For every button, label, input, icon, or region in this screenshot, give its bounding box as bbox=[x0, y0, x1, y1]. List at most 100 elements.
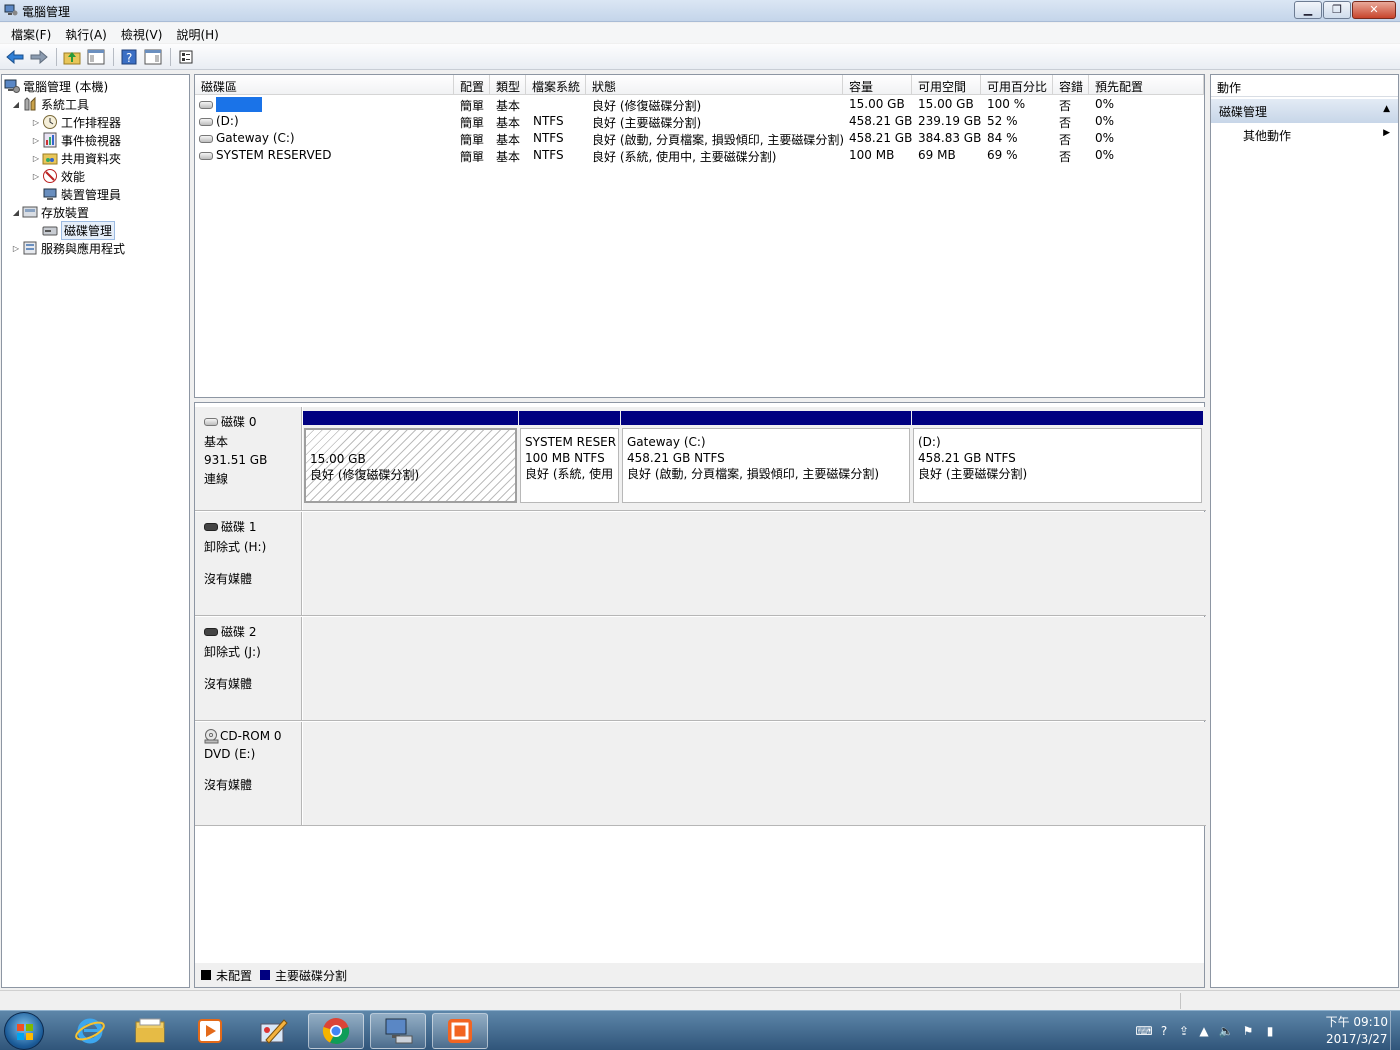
expand-icon[interactable]: ▷ bbox=[30, 154, 42, 163]
column-capacity[interactable]: 容量 bbox=[843, 75, 912, 95]
capacity-cell: 100 MB bbox=[849, 148, 895, 162]
menu-action[interactable]: 執行(A) bbox=[58, 23, 114, 43]
taskbar-ie[interactable] bbox=[62, 1013, 118, 1049]
expand-icon[interactable]: ▷ bbox=[10, 244, 22, 253]
partition-c[interactable]: Gateway (C:) 458.21 GB NTFS 良好 (啟動, 分頁檔案… bbox=[621, 411, 911, 503]
show-hide-action-pane-button[interactable] bbox=[142, 46, 164, 68]
disk-management-icon bbox=[42, 222, 58, 238]
fault-cell: 否 bbox=[1059, 150, 1072, 164]
window-title: 電腦管理 bbox=[22, 5, 71, 19]
console-tree: 電腦管理 (本機) ◢ 系統工具 ▷ 工作排程器 ▷ 事件檢視器 ▷ 共用資料夾… bbox=[1, 74, 190, 988]
table-row[interactable]: (D:) 簡單 基本 NTFS 良好 (主要磁碟分割) 458.21 GB 23… bbox=[195, 113, 1204, 130]
menu-view[interactable]: 檢視(V) bbox=[114, 23, 170, 43]
network-icon[interactable]: ▮ bbox=[1262, 1023, 1278, 1039]
tree-item-services-apps[interactable]: ▷ 服務與應用程式 bbox=[10, 239, 125, 257]
paint-icon bbox=[260, 1019, 288, 1044]
expand-icon[interactable]: ▷ bbox=[30, 136, 42, 145]
column-status[interactable]: 狀態 bbox=[586, 75, 843, 95]
partition-system-reserved[interactable]: SYSTEM RESER 100 MB NTFS 良好 (系統, 使用 bbox=[519, 411, 620, 503]
column-type[interactable]: 類型 bbox=[490, 75, 526, 95]
computer-management-icon bbox=[4, 78, 20, 94]
collapse-icon[interactable]: ◢ bbox=[10, 208, 22, 217]
taskbar-paint[interactable] bbox=[246, 1013, 302, 1049]
tree-item-task-scheduler[interactable]: ▷ 工作排程器 bbox=[30, 113, 121, 131]
chrome-icon bbox=[322, 1018, 350, 1045]
taskbar-app[interactable] bbox=[432, 1013, 488, 1049]
help-button[interactable]: ? bbox=[118, 46, 140, 68]
minimize-button[interactable]: ▁ bbox=[1294, 1, 1322, 19]
expand-icon[interactable]: ▷ bbox=[30, 118, 42, 127]
forward-button[interactable] bbox=[28, 46, 50, 68]
volume-icon[interactable]: 🔈 bbox=[1218, 1023, 1234, 1039]
status-cell: 良好 (系統, 使用中, 主要磁碟分割) bbox=[592, 150, 777, 164]
table-row[interactable]: Gateway (C:) 簡單 基本 NTFS 良好 (啟動, 分頁檔案, 損毀… bbox=[195, 130, 1204, 147]
show-desktop-button[interactable] bbox=[1390, 1011, 1400, 1050]
column-layout[interactable]: 配置 bbox=[454, 75, 490, 95]
svg-text:?: ? bbox=[126, 51, 132, 65]
partition-bar bbox=[519, 411, 620, 425]
column-volume[interactable]: 磁碟區 bbox=[195, 75, 454, 95]
menu-help[interactable]: 說明(H) bbox=[169, 23, 225, 43]
overhead-cell: 0% bbox=[1095, 97, 1115, 111]
tree-item-disk-management[interactable]: 磁碟管理 bbox=[42, 220, 116, 240]
partition-bar bbox=[303, 411, 518, 425]
tree-item-system-tools[interactable]: ◢ 系統工具 bbox=[10, 95, 89, 113]
partition-size: 100 MB NTFS bbox=[525, 451, 605, 465]
help-icon: ? bbox=[121, 49, 137, 65]
type-cell: 基本 bbox=[496, 116, 521, 130]
column-percent-free[interactable]: 可用百分比 bbox=[981, 75, 1053, 95]
maximize-button[interactable]: ❐ bbox=[1323, 1, 1351, 19]
taskbar-explorer[interactable] bbox=[122, 1013, 178, 1049]
action-section-disk-management[interactable]: 磁碟管理 ▲ bbox=[1211, 99, 1398, 123]
show-hidden-icons-icon[interactable]: ▲ bbox=[1196, 1023, 1212, 1039]
tree-item-computer-management[interactable]: 電腦管理 (本機) bbox=[4, 77, 108, 95]
performance-icon bbox=[42, 168, 58, 184]
column-free-space[interactable]: 可用空間 bbox=[912, 75, 981, 95]
tree-item-device-manager[interactable]: 裝置管理員 bbox=[42, 185, 121, 203]
partition-d[interactable]: (D:) 458.21 GB NTFS 良好 (主要磁碟分割) bbox=[912, 411, 1203, 503]
keyboard-icon[interactable]: ⌨ bbox=[1135, 1023, 1152, 1039]
taskbar-chrome[interactable] bbox=[308, 1013, 364, 1049]
collapse-icon[interactable]: ◢ bbox=[10, 100, 22, 109]
disk-label[interactable]: 磁碟 1 卸除式 (H:) 沒有媒體 bbox=[195, 512, 302, 615]
taskbar-computer-management[interactable] bbox=[370, 1013, 426, 1049]
column-overhead[interactable]: 預先配置 bbox=[1089, 75, 1204, 95]
folder-up-icon bbox=[63, 51, 81, 64]
tree-item-shared-folders[interactable]: ▷ 共用資料夾 bbox=[30, 149, 121, 167]
start-button[interactable] bbox=[4, 1012, 44, 1050]
disk-0: 磁碟 0 基本 931.51 GB 連線 15.00 GB 良好 (修復磁碟分割… bbox=[195, 407, 1206, 511]
column-filesystem[interactable]: 檔案系統 bbox=[526, 75, 586, 95]
tree-label: 工作排程器 bbox=[61, 115, 122, 130]
table-row[interactable]: 簡單 基本 良好 (修復磁碟分割) 15.00 GB 15.00 GB 100 … bbox=[195, 96, 1204, 113]
taskbar-media-player[interactable] bbox=[182, 1013, 238, 1049]
properties-button[interactable] bbox=[175, 46, 197, 68]
column-fault-tolerance[interactable]: 容錯 bbox=[1053, 75, 1089, 95]
table-row[interactable]: SYSTEM RESERVED 簡單 基本 NTFS 良好 (系統, 使用中, … bbox=[195, 147, 1204, 164]
tree-item-performance[interactable]: ▷ 效能 bbox=[30, 167, 85, 185]
close-button[interactable]: ✕ bbox=[1352, 1, 1396, 19]
up-level-button[interactable] bbox=[61, 46, 83, 68]
partition-recovery[interactable]: 15.00 GB 良好 (修復磁碟分割) bbox=[303, 411, 518, 503]
tree-item-event-viewer[interactable]: ▷ 事件檢視器 bbox=[30, 131, 121, 149]
fault-cell: 否 bbox=[1059, 116, 1072, 130]
disk-label[interactable]: CD-ROM 0 DVD (E:) 沒有媒體 bbox=[195, 722, 302, 825]
show-hide-console-tree-button[interactable] bbox=[85, 46, 107, 68]
action-more-actions[interactable]: 其他動作 ▶ bbox=[1211, 123, 1398, 145]
overhead-cell: 0% bbox=[1095, 114, 1115, 128]
usb-icon[interactable]: ⇪ bbox=[1176, 1023, 1192, 1039]
clock[interactable]: 下午 09:10 2017/3/27 bbox=[1326, 1014, 1388, 1048]
expand-icon[interactable]: ▷ bbox=[30, 172, 42, 181]
drive-icon bbox=[199, 151, 213, 160]
column-header: 磁碟區 配置 類型 檔案系統 狀態 容量 可用空間 可用百分比 容錯 預先配置 bbox=[195, 75, 1204, 95]
menu-file[interactable]: 檔案(F) bbox=[4, 23, 58, 43]
disk-label[interactable]: 磁碟 0 基本 931.51 GB 連線 bbox=[195, 407, 302, 510]
help-tray-icon[interactable]: ? bbox=[1156, 1023, 1172, 1039]
action-center-icon[interactable]: ⚑ bbox=[1240, 1023, 1256, 1039]
back-button[interactable] bbox=[4, 46, 26, 68]
tree-item-storage[interactable]: ◢ 存放裝置 bbox=[10, 203, 89, 221]
collapse-caret-icon[interactable]: ▲ bbox=[1383, 104, 1390, 114]
disk-label[interactable]: 磁碟 2 卸除式 (J:) 沒有媒體 bbox=[195, 617, 302, 720]
